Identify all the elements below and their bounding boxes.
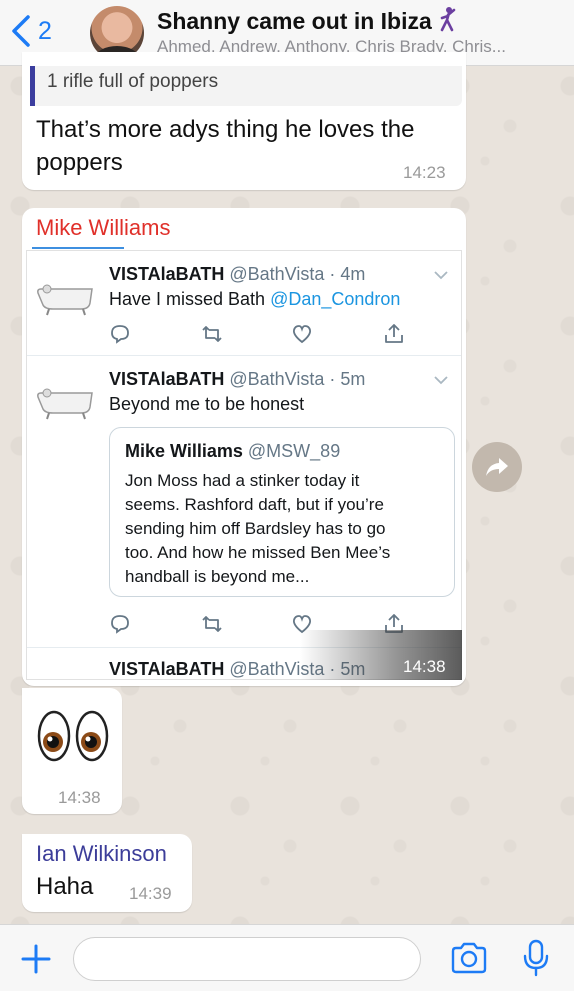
share-icon[interactable] (383, 323, 405, 345)
chevron-left-icon (12, 15, 30, 47)
eyes-emoji-icon (37, 710, 109, 762)
message-text: That’s more adys thing he loves the popp… (36, 113, 414, 179)
tweet-text: Beyond me to be honest (109, 394, 305, 414)
message-time: 14:23 (403, 163, 446, 182)
composer-bar (0, 924, 574, 991)
quoted-tweet[interactable]: Mike Williams @MSW_89 Jon Moss had a sti… (109, 427, 455, 597)
tweet-author-name: VISTAlaBATH (109, 369, 225, 389)
tweet-actions (109, 323, 409, 345)
tweet-handle: @BathVista · 4m (229, 264, 366, 284)
quoted-tweet-line: handball is beyond me... (125, 567, 310, 586)
unread-count: 2 (38, 16, 52, 45)
quoted-reply[interactable]: 1 rifle full of poppers (30, 66, 462, 106)
quoted-tweet-author-name: Mike Williams (125, 441, 243, 461)
chat-title[interactable]: Shanny came out in Ibiza (157, 6, 458, 35)
chat-title-text: Shanny came out in Ibiza (157, 8, 432, 34)
quoted-tweet-line: sending him off Bardsley has to go (125, 519, 386, 538)
tweet-author[interactable]: VISTAlaBATH @BathVista · 4m (109, 264, 365, 285)
bathtub-avatar-icon (35, 669, 95, 680)
message-text-line: poppers (36, 149, 123, 176)
message-time: 14:38 (403, 657, 446, 676)
message-time: 14:38 (58, 788, 101, 807)
message-text-line: That’s more adys thing he loves the (36, 116, 415, 143)
tweet-text-body: Have I missed Bath (109, 289, 271, 309)
chevron-down-icon[interactable] (433, 374, 449, 386)
forward-arrow-icon (486, 458, 508, 476)
microphone-icon[interactable] (522, 939, 550, 977)
retweet-icon[interactable] (201, 613, 223, 635)
bathtub-avatar-icon (37, 284, 93, 316)
sender-name[interactable]: Ian Wilkinson (36, 841, 167, 867)
tweet-mention-link[interactable]: @Dan_Condron (270, 289, 400, 309)
reply-icon[interactable] (109, 613, 131, 635)
tweet-thread-card[interactable]: VISTAlaBATH @BathVista · 4m Have I misse… (26, 250, 462, 680)
forward-button[interactable] (472, 442, 522, 492)
retweet-icon[interactable] (201, 323, 223, 345)
plus-icon[interactable] (20, 943, 52, 975)
message-text: Haha (36, 873, 94, 900)
link-preview-indicator (32, 247, 124, 249)
tweet-handle: @BathVista · 5m (229, 369, 366, 389)
heart-icon[interactable] (291, 323, 313, 345)
quoted-tweet-author: Mike Williams @MSW_89 (125, 441, 340, 462)
tweet-author-name: VISTAlaBATH (109, 264, 225, 284)
quoted-tweet-text: Jon Moss had a stinker today it seems. R… (125, 469, 435, 589)
chevron-down-icon[interactable] (433, 269, 449, 281)
quoted-reply-text: 1 rifle full of poppers (47, 71, 219, 92)
camera-icon[interactable] (450, 942, 488, 974)
quoted-tweet-line: too. And how he missed Ben Mee’s (125, 543, 391, 562)
bathtub-avatar-icon (37, 388, 93, 420)
sender-name[interactable]: Mike Williams (36, 215, 170, 241)
back-button[interactable]: 2 (10, 14, 52, 48)
tweet-text: Have I missed Bath @Dan_Condron (109, 289, 400, 310)
reply-icon[interactable] (109, 323, 131, 345)
tweet-author-name: VISTAlaBATH (109, 659, 225, 679)
tweet-divider (27, 355, 461, 356)
dancer-emoji-icon (440, 7, 456, 32)
message-input[interactable] (73, 937, 421, 981)
tweet-author[interactable]: VISTAlaBATH @BathVista · 5m (109, 369, 365, 390)
message-time: 14:39 (129, 884, 172, 903)
quoted-tweet-handle: @MSW_89 (247, 441, 341, 461)
quoted-tweet-line: seems. Rashford daft, but if you’re (125, 495, 384, 514)
quoted-tweet-line: Jon Moss had a stinker today it (125, 471, 360, 490)
